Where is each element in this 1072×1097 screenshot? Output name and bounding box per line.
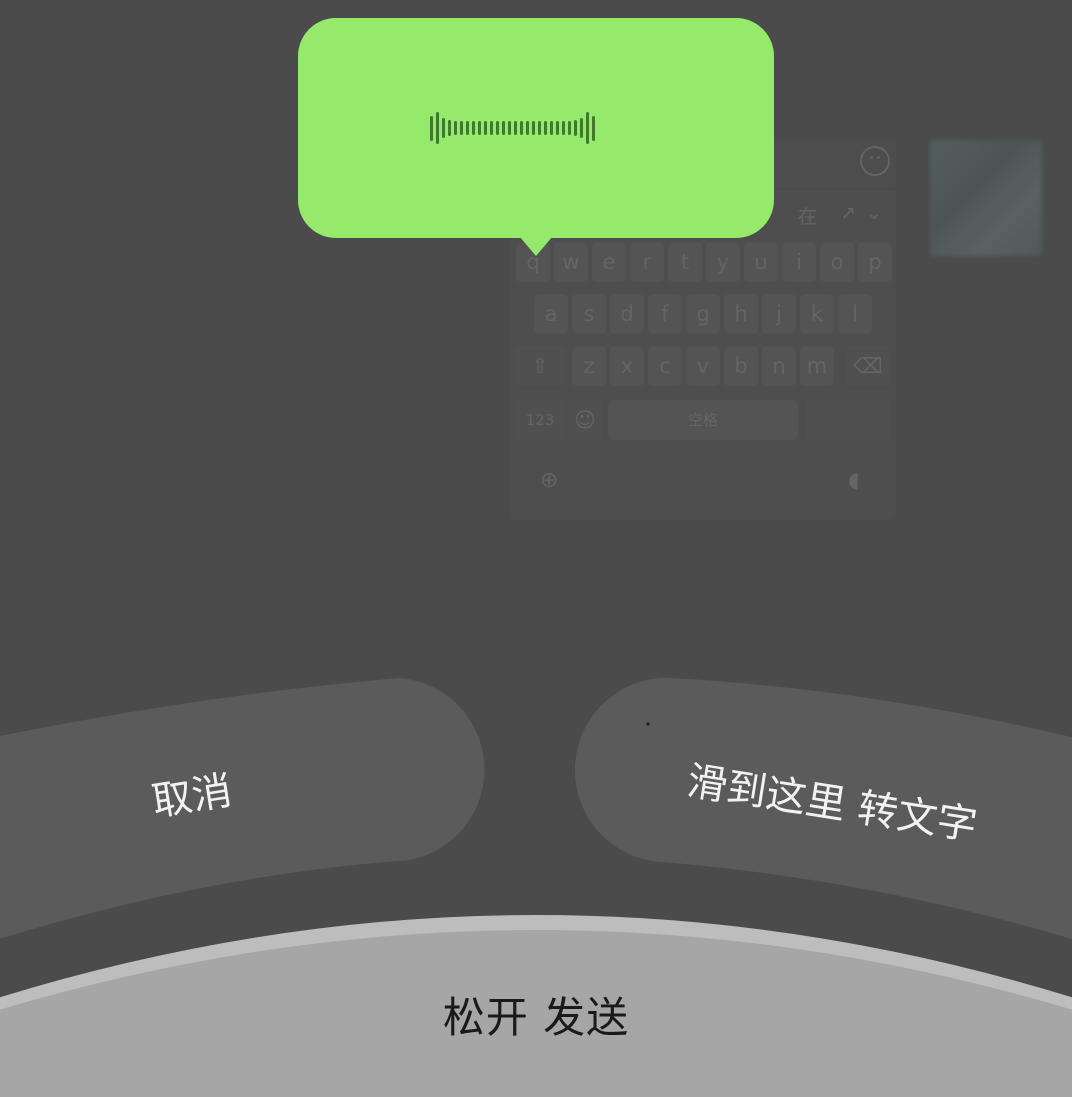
voice-recording-screen: 在 ↗ ⌄ q w e r t y u i o p a s d f g h j …: [0, 0, 1072, 1097]
cancel-zone-shape: [0, 678, 485, 939]
release-to-send-button[interactable]: 松开 发送: [0, 984, 1072, 1045]
cancel-button[interactable]: 取消: [147, 758, 235, 828]
gesture-zones: [0, 677, 1072, 1097]
pointer-dot: [646, 722, 650, 726]
